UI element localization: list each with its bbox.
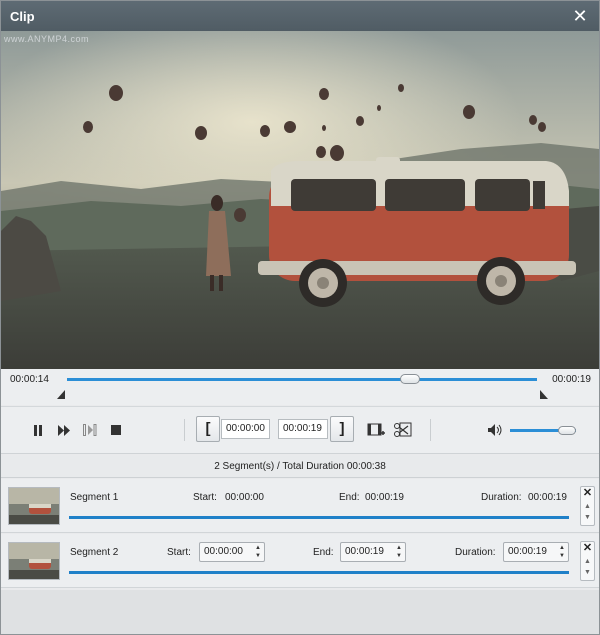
move-down-icon[interactable]: ▼ [581, 568, 594, 578]
spinner-arrows-icon[interactable]: ▲ ▼ [396, 544, 402, 560]
spinner-arrows-icon[interactable]: ▲ ▼ [559, 544, 565, 560]
start-value: 00:00:00 [225, 492, 264, 503]
segment-actions: ✕ ▲ ▼ [580, 486, 595, 526]
add-segment-icon[interactable] [367, 421, 385, 439]
current-time: 00:00:14 [10, 374, 49, 385]
segment-thumbnail [8, 487, 60, 525]
clip-window: Clip ✕ www.ANYMP4.com 00:00:14 00:00:19 … [0, 0, 600, 635]
timeline: 00:00:14 00:00:19 [1, 369, 599, 405]
segment-actions: ✕ ▲ ▼ [580, 541, 595, 581]
seek-fill [67, 378, 537, 381]
end-time-field[interactable]: 00:00:19 [278, 419, 328, 439]
volume-icon[interactable] [487, 421, 505, 439]
end-spinner[interactable]: 00:00:19 ▲ ▼ [340, 542, 406, 562]
spinner-arrows-icon[interactable]: ▲ ▼ [255, 544, 261, 560]
next-frame-icon[interactable] [81, 421, 99, 439]
video-preview: www.ANYMP4.com [1, 31, 599, 369]
segment-thumbnail [8, 542, 60, 580]
end-value: 00:00:19 [345, 546, 384, 557]
divider [430, 419, 431, 441]
end-label: End: [313, 547, 334, 558]
stop-icon[interactable] [107, 421, 125, 439]
start-time-field[interactable]: 00:00:00 [221, 419, 270, 439]
segment-progress [69, 516, 569, 519]
duration-spinner[interactable]: 00:00:19 ▲ ▼ [503, 542, 569, 562]
title-bar: Clip ✕ [1, 1, 599, 31]
segment-name: Segment 2 [70, 547, 119, 558]
seek-thumb[interactable] [400, 374, 421, 384]
close-icon[interactable]: ✕ [570, 6, 590, 26]
pause-icon[interactable] [29, 421, 47, 439]
volume-thumb[interactable] [558, 426, 576, 435]
segment-progress [69, 571, 569, 574]
duration-value: 00:00:19 [508, 546, 547, 557]
move-down-icon[interactable]: ▼ [581, 513, 594, 523]
segment-row[interactable]: Segment 2 Start: 00:00:00 ▲ ▼ End: 00:00:… [1, 534, 599, 588]
move-up-icon[interactable]: ▲ [581, 557, 594, 567]
start-spinner[interactable]: 00:00:00 ▲ ▼ [199, 542, 265, 562]
video-frame [1, 31, 599, 369]
set-start-button[interactable]: [ [196, 416, 220, 442]
end-label: End: [339, 492, 360, 503]
end-time: 00:00:19 [552, 374, 591, 385]
segment-list-empty-area [1, 590, 599, 634]
divider [184, 419, 185, 441]
start-marker-icon[interactable] [57, 390, 65, 399]
delete-segment-icon[interactable]: ✕ [581, 487, 594, 500]
control-bar: [ 00:00:00 00:00:19 ] [1, 406, 599, 454]
end-marker-icon[interactable] [540, 390, 548, 399]
watermark: www.ANYMP4.com [4, 34, 90, 44]
seek-track[interactable] [67, 374, 537, 384]
fast-forward-icon[interactable] [55, 421, 73, 439]
start-label: Start: [167, 547, 191, 558]
duration-value: 00:00:19 [528, 492, 567, 503]
move-up-icon[interactable]: ▲ [581, 502, 594, 512]
duration-label: Duration: [455, 547, 496, 558]
segments-summary: 2 Segment(s) / Total Duration 00:00:38 [1, 456, 599, 478]
end-value: 00:00:19 [365, 492, 404, 503]
segment-name: Segment 1 [70, 492, 119, 503]
segment-row[interactable]: Segment 1 Start: 00:00:00 End: 00:00:19 … [1, 479, 599, 533]
window-title: Clip [10, 9, 35, 24]
delete-segment-icon[interactable]: ✕ [581, 542, 594, 555]
set-end-button[interactable]: ] [330, 416, 354, 442]
duration-label: Duration: [481, 492, 522, 503]
split-icon[interactable] [394, 421, 412, 439]
start-value: 00:00:00 [204, 546, 243, 557]
start-label: Start: [193, 492, 217, 503]
